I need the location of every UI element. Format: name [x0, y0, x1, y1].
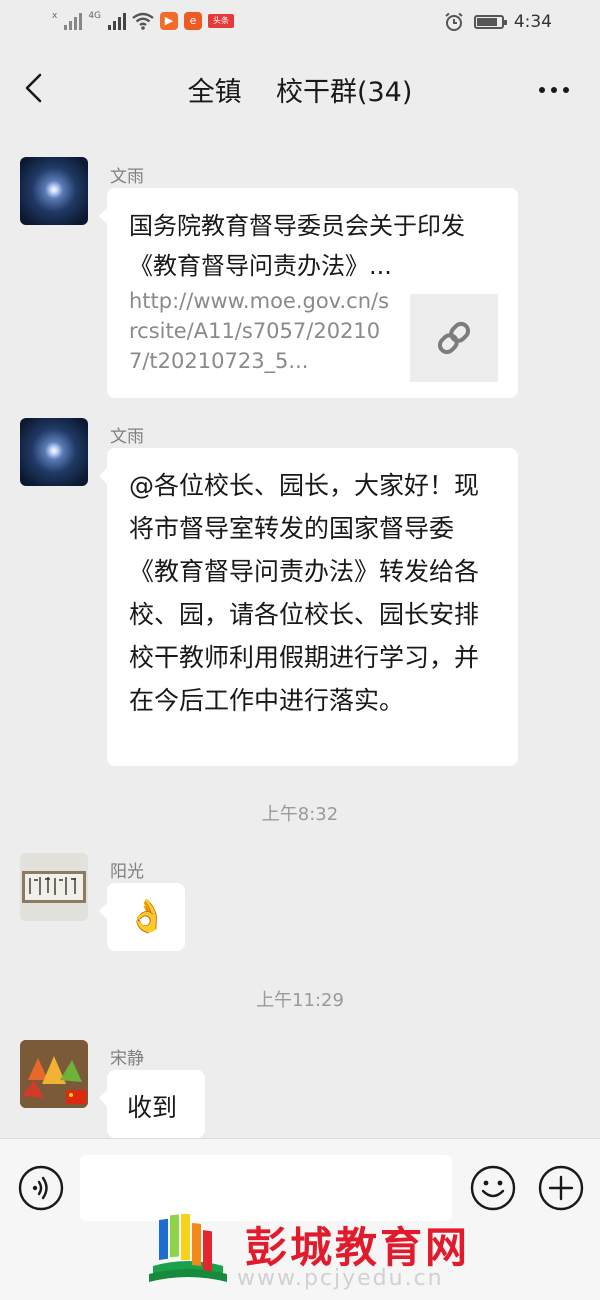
wifi-icon	[132, 12, 154, 30]
timestamp: 上午8:32	[261, 804, 339, 825]
add-more-icon[interactable]	[538, 1165, 584, 1211]
text-bubble[interactable]: 收到	[99, 1070, 205, 1138]
link-url: http://www.moe.gov.cn/srcsite/A11/s7057/…	[129, 289, 390, 373]
message-text: @各位校长、园长，大家好！现将市督导室转发的国家督导委《教育督导问责办法》转发给…	[129, 471, 480, 715]
browser-app-icon: e	[184, 12, 203, 30]
leaves-image	[20, 1040, 88, 1108]
sender-name: 宋静	[110, 1049, 144, 1069]
text-bubble[interactable]: @各位校长、园长，大家好！现将市督导室转发的国家督导委《教育督导问责办法》转发给…	[99, 448, 518, 766]
watermark: 彭城教育网 www.pcjyedu.cn	[145, 1208, 467, 1300]
emoji-bubble[interactable]: 👌	[99, 883, 185, 951]
alarm-icon	[445, 12, 463, 31]
book-logo-icon	[149, 1214, 227, 1282]
signal-2-icon	[108, 12, 127, 30]
avatar[interactable]	[20, 1040, 88, 1108]
signal-1-icon	[64, 12, 83, 30]
chat-title: 全镇 校干群(34)	[187, 77, 413, 108]
status-bar: x 4G ▶ e 头条 4:34	[0, 0, 600, 48]
link-icon	[437, 321, 471, 355]
status-time: 4:34	[513, 12, 552, 32]
link-thumbnail	[410, 294, 498, 382]
avatar[interactable]	[20, 157, 88, 225]
chat-header: 全镇 校干群(34)	[0, 48, 600, 130]
link-title: 国务院教育督导委员会关于印发《教育督导问责办法》...	[129, 212, 465, 280]
ok-hand-emoji: 👌	[127, 897, 167, 935]
emoji-icon[interactable]	[470, 1165, 516, 1211]
message-text: 收到	[127, 1093, 178, 1122]
sender-name: 文雨	[110, 427, 144, 447]
voice-input-icon[interactable]	[18, 1165, 64, 1211]
signal-1-label: x	[52, 11, 58, 21]
link-card-bubble[interactable]: 国务院教育督导委员会关于印发《教育督导问责办法》... http://www.m…	[99, 188, 518, 398]
timestamp: 上午11:29	[256, 990, 344, 1011]
toutiao-app-icon: 头条	[208, 14, 235, 28]
video-app-icon: ▶	[160, 12, 179, 30]
sender-name: 阳光	[110, 862, 144, 882]
avatar[interactable]	[20, 418, 88, 486]
status-icons-right: 4:34	[444, 12, 552, 32]
status-icons-left: x 4G ▶ e 头条	[52, 11, 235, 30]
battery-icon	[473, 15, 507, 29]
more-options-icon[interactable]	[534, 72, 574, 108]
calligraphy-image	[20, 853, 88, 921]
signal-2-label: 4G	[88, 11, 102, 21]
sender-name: 文雨	[110, 167, 144, 187]
watermark-url: www.pcjyedu.cn	[237, 1266, 444, 1291]
avatar[interactable]	[20, 853, 88, 921]
